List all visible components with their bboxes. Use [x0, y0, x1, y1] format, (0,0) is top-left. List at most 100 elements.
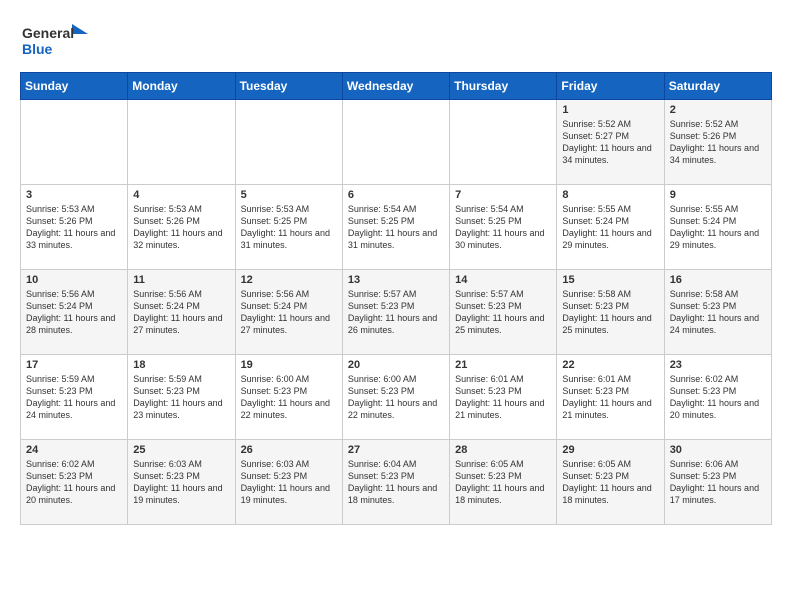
day-info: Sunrise: 6:02 AM	[670, 373, 766, 385]
header: GeneralBlue	[20, 20, 772, 60]
day-info: Sunset: 5:23 PM	[133, 470, 229, 482]
day-number: 3	[26, 189, 122, 201]
day-info: Daylight: 11 hours and 25 minutes.	[562, 312, 658, 336]
day-info: Daylight: 11 hours and 23 minutes.	[133, 397, 229, 421]
day-info: Sunrise: 6:00 AM	[241, 373, 337, 385]
calendar-cell: 2Sunrise: 5:52 AMSunset: 5:26 PMDaylight…	[664, 100, 771, 185]
calendar-cell: 27Sunrise: 6:04 AMSunset: 5:23 PMDayligh…	[342, 440, 449, 525]
day-info: Daylight: 11 hours and 19 minutes.	[133, 482, 229, 506]
day-info: Sunrise: 5:55 AM	[562, 203, 658, 215]
week-row-3: 10Sunrise: 5:56 AMSunset: 5:24 PMDayligh…	[21, 270, 772, 355]
day-info: Sunrise: 6:05 AM	[455, 458, 551, 470]
day-info: Daylight: 11 hours and 30 minutes.	[455, 227, 551, 251]
day-number: 2	[670, 104, 766, 116]
day-info: Sunset: 5:23 PM	[562, 385, 658, 397]
calendar-cell: 15Sunrise: 5:58 AMSunset: 5:23 PMDayligh…	[557, 270, 664, 355]
calendar-cell: 12Sunrise: 5:56 AMSunset: 5:24 PMDayligh…	[235, 270, 342, 355]
day-info: Daylight: 11 hours and 29 minutes.	[562, 227, 658, 251]
day-number: 22	[562, 359, 658, 371]
day-number: 20	[348, 359, 444, 371]
day-info: Sunrise: 5:52 AM	[562, 118, 658, 130]
header-row: SundayMondayTuesdayWednesdayThursdayFrid…	[21, 73, 772, 100]
day-info: Sunrise: 6:01 AM	[562, 373, 658, 385]
day-info: Daylight: 11 hours and 18 minutes.	[348, 482, 444, 506]
calendar-cell: 1 Sunrise: 5:52 AMSunset: 5:27 PMDaylight…	[557, 100, 664, 185]
day-info: Sunset: 5:27 PM	[562, 130, 658, 142]
day-info: Sunrise: 5:54 AM	[455, 203, 551, 215]
day-info: Sunrise: 5:59 AM	[26, 373, 122, 385]
day-info: Daylight: 11 hours and 21 minutes.	[455, 397, 551, 421]
day-info: Sunset: 5:23 PM	[670, 385, 766, 397]
svg-text:General: General	[22, 25, 74, 41]
calendar-cell: 4Sunrise: 5:53 AMSunset: 5:26 PMDaylight…	[128, 185, 235, 270]
calendar-cell: 8Sunrise: 5:55 AMSunset: 5:24 PMDaylight…	[557, 185, 664, 270]
day-number: 25	[133, 444, 229, 456]
calendar-table: SundayMondayTuesdayWednesdayThursdayFrid…	[20, 72, 772, 525]
day-info: Sunrise: 5:53 AM	[26, 203, 122, 215]
day-info: Daylight: 11 hours and 22 minutes.	[241, 397, 337, 421]
calendar-cell: 18Sunrise: 5:59 AMSunset: 5:23 PMDayligh…	[128, 355, 235, 440]
calendar-cell: 5Sunrise: 5:53 AMSunset: 5:25 PMDaylight…	[235, 185, 342, 270]
day-info: Sunrise: 5:53 AM	[133, 203, 229, 215]
day-info: Sunrise: 5:57 AM	[348, 288, 444, 300]
calendar-cell: 3Sunrise: 5:53 AMSunset: 5:26 PMDaylight…	[21, 185, 128, 270]
day-number: 16	[670, 274, 766, 286]
calendar-cell	[21, 100, 128, 185]
day-info: Sunset: 5:23 PM	[455, 300, 551, 312]
header-cell-wednesday: Wednesday	[342, 73, 449, 100]
calendar-cell: 20Sunrise: 6:00 AMSunset: 5:23 PMDayligh…	[342, 355, 449, 440]
day-info: Sunset: 5:24 PM	[562, 215, 658, 227]
day-info: Sunrise: 6:02 AM	[26, 458, 122, 470]
day-info: Daylight: 11 hours and 26 minutes.	[348, 312, 444, 336]
day-info: Daylight: 11 hours and 31 minutes.	[241, 227, 337, 251]
calendar-cell	[342, 100, 449, 185]
day-number: 23	[670, 359, 766, 371]
calendar-cell: 22Sunrise: 6:01 AMSunset: 5:23 PMDayligh…	[557, 355, 664, 440]
day-info: Sunrise: 5:53 AM	[241, 203, 337, 215]
day-info: Sunset: 5:26 PM	[26, 215, 122, 227]
day-info: Sunset: 5:25 PM	[348, 215, 444, 227]
day-info: Sunrise: 5:54 AM	[348, 203, 444, 215]
day-info: Daylight: 11 hours and 18 minutes.	[562, 482, 658, 506]
day-number: 26	[241, 444, 337, 456]
header-cell-sunday: Sunday	[21, 73, 128, 100]
day-info: Daylight: 11 hours and 27 minutes.	[241, 312, 337, 336]
day-info: Sunset: 5:25 PM	[455, 215, 551, 227]
day-number: 4	[133, 189, 229, 201]
day-info: Sunset: 5:23 PM	[562, 470, 658, 482]
day-info: Sunrise: 6:03 AM	[133, 458, 229, 470]
day-info: Daylight: 11 hours and 34 minutes.	[562, 142, 658, 166]
day-info: Daylight: 11 hours and 17 minutes.	[670, 482, 766, 506]
calendar-cell: 11Sunrise: 5:56 AMSunset: 5:24 PMDayligh…	[128, 270, 235, 355]
calendar-cell: 23Sunrise: 6:02 AMSunset: 5:23 PMDayligh…	[664, 355, 771, 440]
day-info: Daylight: 11 hours and 19 minutes.	[241, 482, 337, 506]
page: GeneralBlue SundayMondayTuesdayWednesday…	[0, 0, 792, 535]
day-info: Sunrise: 5:56 AM	[241, 288, 337, 300]
day-info: Sunrise: 5:56 AM	[133, 288, 229, 300]
day-info: Sunset: 5:24 PM	[241, 300, 337, 312]
day-info: Daylight: 11 hours and 31 minutes.	[348, 227, 444, 251]
week-row-2: 3Sunrise: 5:53 AMSunset: 5:26 PMDaylight…	[21, 185, 772, 270]
day-number: 7	[455, 189, 551, 201]
day-number: 10	[26, 274, 122, 286]
day-number: 24	[26, 444, 122, 456]
calendar-cell: 6Sunrise: 5:54 AMSunset: 5:25 PMDaylight…	[342, 185, 449, 270]
day-info: Daylight: 11 hours and 18 minutes.	[455, 482, 551, 506]
calendar-cell	[450, 100, 557, 185]
day-info: Sunset: 5:25 PM	[241, 215, 337, 227]
day-info: Sunset: 5:23 PM	[26, 385, 122, 397]
calendar-cell: 14Sunrise: 5:57 AMSunset: 5:23 PMDayligh…	[450, 270, 557, 355]
day-info: Sunset: 5:23 PM	[348, 300, 444, 312]
day-number: 29	[562, 444, 658, 456]
day-info: Daylight: 11 hours and 24 minutes.	[670, 312, 766, 336]
day-number: 18	[133, 359, 229, 371]
day-number: 1	[562, 104, 658, 116]
day-info: Sunrise: 5:58 AM	[670, 288, 766, 300]
header-cell-thursday: Thursday	[450, 73, 557, 100]
day-number: 21	[455, 359, 551, 371]
day-info: Sunrise: 6:04 AM	[348, 458, 444, 470]
day-info: Sunset: 5:24 PM	[670, 215, 766, 227]
day-info: Daylight: 11 hours and 22 minutes.	[348, 397, 444, 421]
svg-text:Blue: Blue	[22, 41, 53, 57]
day-info: Sunrise: 6:06 AM	[670, 458, 766, 470]
